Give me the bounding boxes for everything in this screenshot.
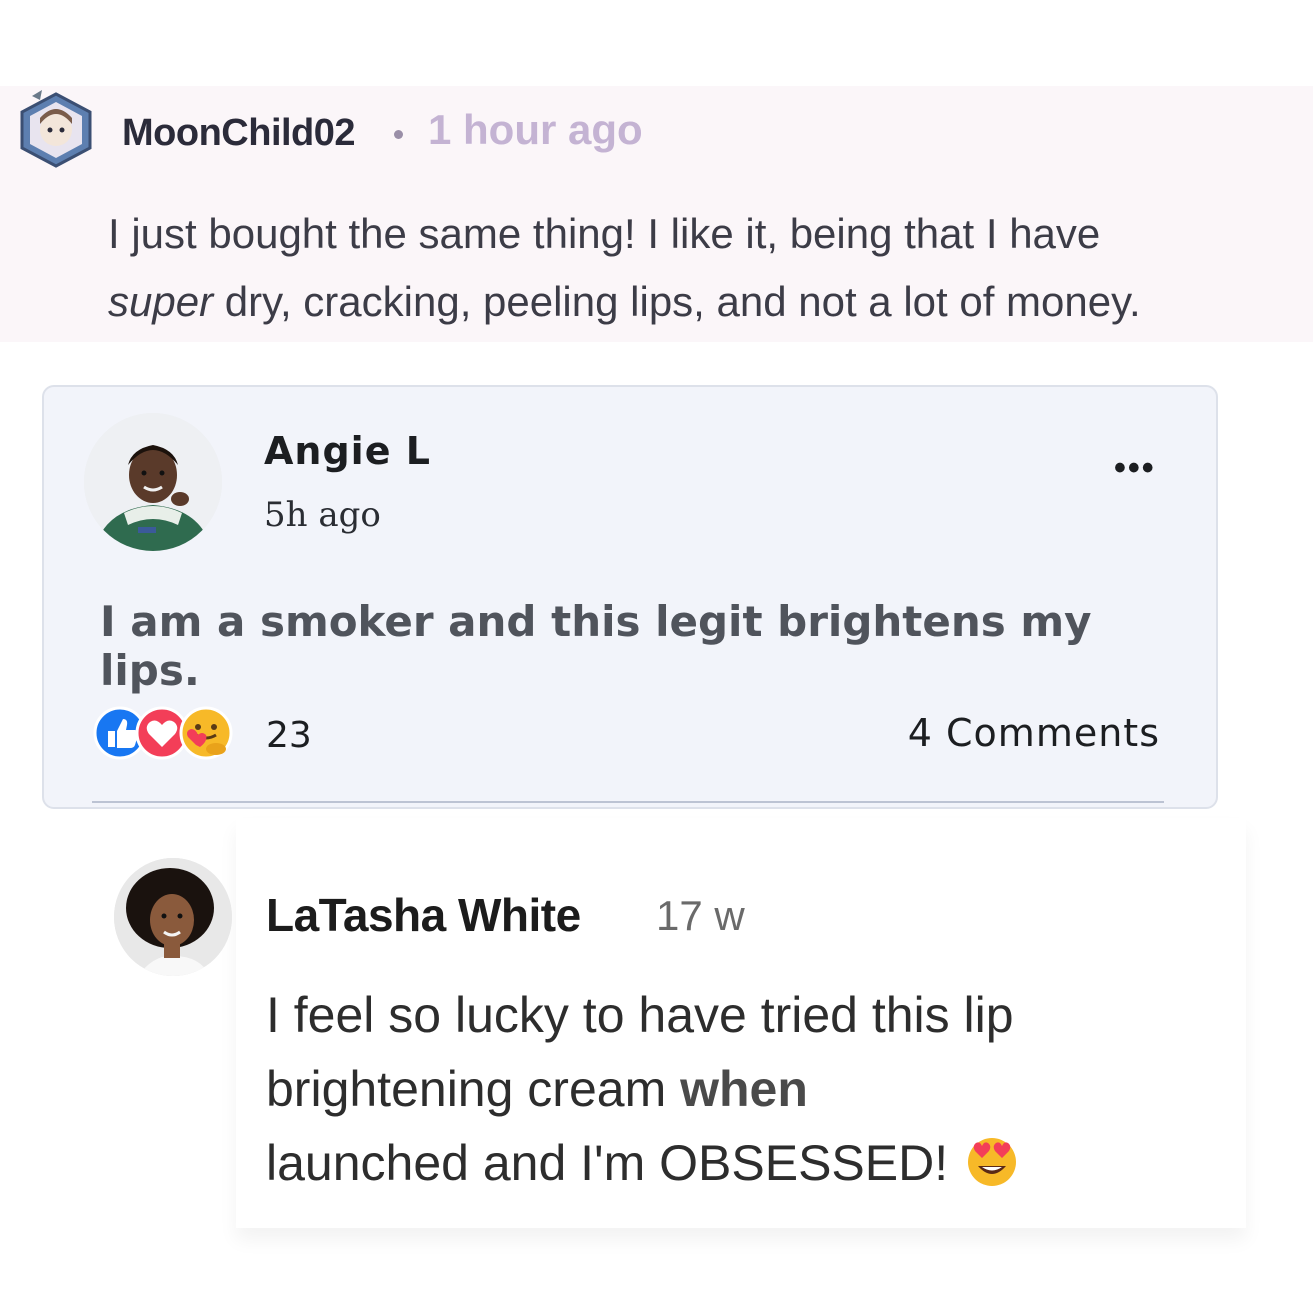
comment-line: I feel so lucky to have tried this lip [266, 987, 1014, 1043]
care-icon [179, 706, 233, 760]
comment-line: launched and I'm OBSESSED! [266, 1135, 949, 1191]
comment-line: brightening cream [266, 1061, 667, 1117]
username[interactable]: Angie L [264, 429, 431, 473]
divider [92, 801, 1164, 803]
timestamp: 5h ago [264, 495, 381, 535]
comment-card-angie: Angie L 5h ago ••• I am a smoker and thi… [42, 385, 1218, 809]
comment-text: I feel so lucky to have tried this lip b… [266, 978, 1166, 1200]
separator-dot [394, 130, 403, 139]
avatar[interactable] [84, 413, 222, 551]
comment-line-bold: when [666, 1061, 808, 1117]
reactions-group[interactable] [92, 705, 262, 761]
username[interactable]: MoonChild02 [122, 112, 356, 155]
emphasis-text: super [108, 278, 214, 325]
comment-line: I just bought the same thing! I like it,… [108, 210, 1101, 257]
comment-text: I am a smoker and this legit brightens m… [100, 597, 1092, 695]
avatar[interactable] [18, 90, 94, 170]
reaction-count[interactable]: 23 [266, 715, 312, 756]
avatar[interactable] [114, 858, 232, 976]
comment-text: I just bought the same thing! I like it,… [108, 200, 1298, 336]
timestamp: 17 w [656, 892, 745, 939]
comment-line: dry, cracking, peeling lips, and not a l… [213, 278, 1141, 325]
more-options-icon[interactable]: ••• [1114, 449, 1156, 488]
username[interactable]: LaTasha White [266, 888, 581, 942]
comments-link[interactable]: 4 Comments [908, 711, 1160, 755]
heart-eyes-emoji-icon [968, 1138, 1017, 1186]
timestamp: 1 hour ago [428, 106, 643, 153]
